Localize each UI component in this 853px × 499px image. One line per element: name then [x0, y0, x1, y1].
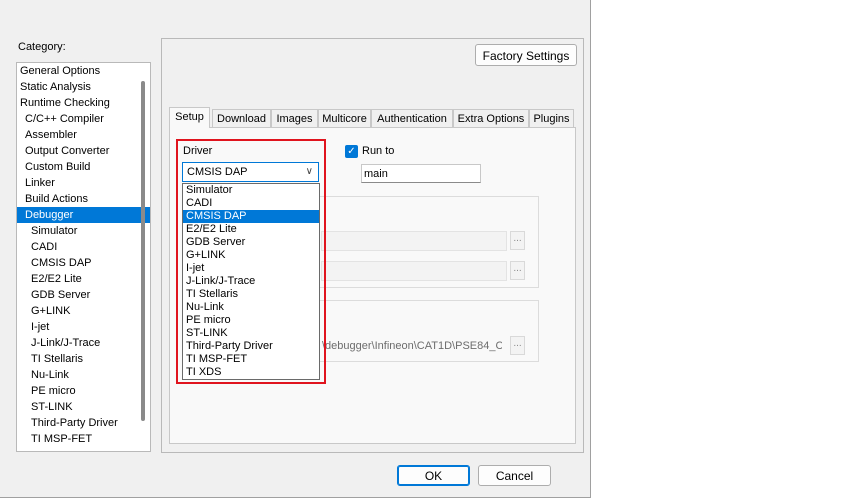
category-scrollbar[interactable] — [141, 81, 145, 421]
download-group: ... ... — [318, 196, 539, 288]
driver-option-cadi[interactable]: CADI — [183, 197, 319, 210]
device-description-group: ... — [318, 300, 539, 362]
driver-option-nu-link[interactable]: Nu-Link — [183, 301, 319, 314]
category-item-cadi[interactable]: CADI — [17, 239, 150, 255]
category-item-linker[interactable]: Linker — [17, 175, 150, 191]
driver-option-j-link-j-trace[interactable]: J-Link/J-Trace — [183, 275, 319, 288]
run-to-input-value: main — [364, 168, 388, 180]
cancel-button[interactable]: Cancel — [478, 465, 551, 486]
category-item-c-c-compiler[interactable]: C/C++ Compiler — [17, 111, 150, 127]
category-item-e2-e2-lite[interactable]: E2/E2 Lite — [17, 271, 150, 287]
category-item-debugger[interactable]: Debugger — [17, 207, 150, 223]
download-field-2 — [321, 261, 507, 281]
driver-dropdown-items: Simulator CADI CMSIS DAP E2/E2 Lite GDB Serv… — [183, 184, 319, 379]
category-items: General Options Static Analysis Runtime Ch… — [17, 63, 150, 447]
tab-images[interactable]: Images — [271, 109, 318, 127]
driver-option-pe-micro[interactable]: PE micro — [183, 314, 319, 327]
driver-label: Driver — [183, 145, 213, 157]
chevron-down-icon: ∨ — [305, 166, 313, 177]
category-item-simulator[interactable]: Simulator — [17, 223, 150, 239]
tab-multicore[interactable]: Multicore — [318, 109, 371, 127]
category-item-build-actions[interactable]: Build Actions — [17, 191, 150, 207]
driver-option-third-party-driver[interactable]: Third-Party Driver — [183, 340, 319, 353]
category-item-st-link[interactable]: ST-LINK — [17, 399, 150, 415]
run-to-label: Run to — [362, 145, 395, 157]
driver-option-gdb-server[interactable]: GDB Server — [183, 236, 319, 249]
category-item-assembler[interactable]: Assembler — [17, 127, 150, 143]
tab-authentication[interactable]: Authentication — [371, 109, 453, 127]
driver-option-ti-xds[interactable]: TI XDS — [183, 366, 319, 379]
category-label: Category: — [18, 41, 66, 53]
driver-combobox-value: CMSIS DAP — [187, 166, 248, 178]
download-browse-1: ... — [510, 231, 525, 250]
tab-extra-options[interactable]: Extra Options — [453, 109, 529, 127]
category-item-cmsis-dap[interactable]: CMSIS DAP — [17, 255, 150, 271]
category-item-ti-stellaris[interactable]: TI Stellaris — [17, 351, 150, 367]
factory-settings-button[interactable]: Factory Settings — [475, 44, 577, 66]
tab-download[interactable]: Download — [212, 109, 271, 127]
run-to-input[interactable]: main — [361, 164, 481, 183]
options-dialog: Category: General Options Static Analysis… — [0, 0, 591, 498]
ok-button[interactable]: OK — [397, 465, 470, 486]
driver-option-e2-e2-lite[interactable]: E2/E2 Lite — [183, 223, 319, 236]
run-to-checkbox[interactable]: ✓ — [345, 145, 358, 158]
download-field-1 — [321, 231, 507, 251]
device-description-path: \debugger\Infineon\CAT1D\PSE84_C — [322, 340, 502, 352]
download-browse-2: ... — [510, 261, 525, 280]
category-item-output-converter[interactable]: Output Converter — [17, 143, 150, 159]
tab-plugins[interactable]: Plugins — [529, 109, 574, 127]
driver-option-i-jet[interactable]: I-jet — [183, 262, 319, 275]
category-item-g-link[interactable]: G+LINK — [17, 303, 150, 319]
driver-combobox[interactable]: CMSIS DAP ∨ — [182, 162, 319, 182]
driver-option-g-link[interactable]: G+LINK — [183, 249, 319, 262]
category-item-i-jet[interactable]: I-jet — [17, 319, 150, 335]
category-item-ti-msp-fet[interactable]: TI MSP-FET — [17, 431, 150, 447]
category-item-j-link-j-trace[interactable]: J-Link/J-Trace — [17, 335, 150, 351]
category-item-third-party-driver[interactable]: Third-Party Driver — [17, 415, 150, 431]
category-item-gdb-server[interactable]: GDB Server — [17, 287, 150, 303]
category-item-general-options[interactable]: General Options — [17, 63, 150, 79]
driver-option-simulator[interactable]: Simulator — [183, 184, 319, 197]
driver-option-ti-stellaris[interactable]: TI Stellaris — [183, 288, 319, 301]
driver-dropdown-list[interactable]: Simulator CADI CMSIS DAP E2/E2 Lite GDB Serv… — [182, 183, 320, 380]
driver-option-ti-msp-fet[interactable]: TI MSP-FET — [183, 353, 319, 366]
driver-option-st-link[interactable]: ST-LINK — [183, 327, 319, 340]
category-item-nu-link[interactable]: Nu-Link — [17, 367, 150, 383]
driver-option-cmsis-dap[interactable]: CMSIS DAP — [183, 210, 319, 223]
category-list[interactable]: General Options Static Analysis Runtime Ch… — [16, 62, 151, 452]
category-item-custom-build[interactable]: Custom Build — [17, 159, 150, 175]
category-item-runtime-checking[interactable]: Runtime Checking — [17, 95, 150, 111]
category-item-pe-micro[interactable]: PE micro — [17, 383, 150, 399]
device-browse: ... — [510, 336, 525, 355]
category-item-static-analysis[interactable]: Static Analysis — [17, 79, 150, 95]
tab-setup[interactable]: Setup — [169, 107, 210, 128]
